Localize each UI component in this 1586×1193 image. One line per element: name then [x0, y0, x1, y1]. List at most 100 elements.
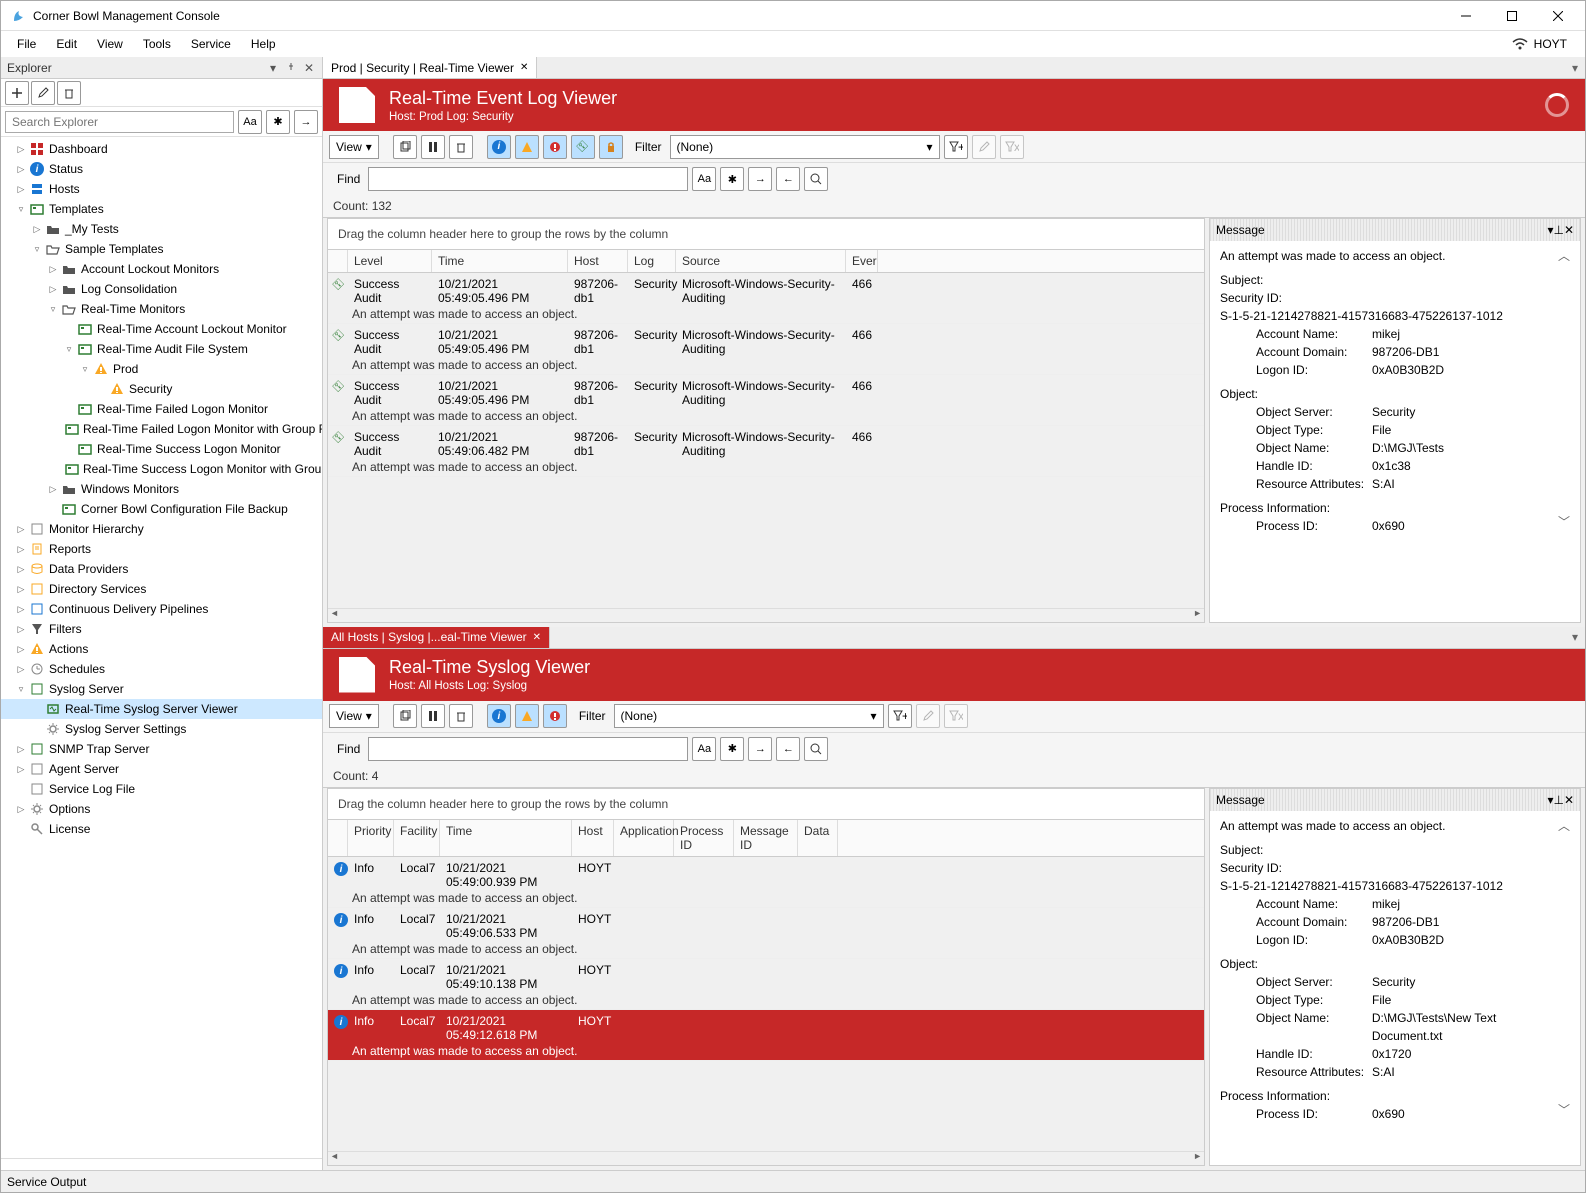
filter-add-button[interactable]: +: [888, 704, 912, 728]
explorer-pin-icon[interactable]: [284, 61, 298, 75]
edit-button[interactable]: [31, 81, 55, 105]
tabs-overflow-icon[interactable]: ▾: [1565, 57, 1585, 78]
expand-icon[interactable]: ▷: [15, 623, 27, 635]
expand-icon[interactable]: ▷: [15, 763, 27, 775]
copy-button[interactable]: [393, 704, 417, 728]
tree-item[interactable]: ▿Real-Time Monitors: [1, 299, 322, 319]
event-hscroll[interactable]: [328, 608, 1204, 622]
regex-button[interactable]: ✱: [266, 110, 290, 134]
col-host[interactable]: Host: [568, 250, 628, 272]
expand-icon[interactable]: [31, 723, 43, 735]
error-filter-button[interactable]: [543, 135, 567, 159]
expand-icon[interactable]: ▷: [15, 603, 27, 615]
info-filter-button[interactable]: i: [487, 135, 511, 159]
expand-icon[interactable]: [47, 503, 59, 515]
find-search-button[interactable]: [804, 167, 828, 191]
tree-item[interactable]: Real-Time Syslog Server Viewer: [1, 699, 322, 719]
event-viewer-tab[interactable]: Prod | Security | Real-Time Viewer ✕: [323, 57, 537, 78]
clear-button[interactable]: [449, 135, 473, 159]
col-application[interactable]: Application: [614, 820, 674, 856]
syslog-grid-header[interactable]: Priority Facility Time Host Application …: [328, 820, 1204, 857]
expand-icon[interactable]: [95, 383, 107, 395]
syslog-hscroll[interactable]: [328, 1151, 1204, 1165]
expand-icon[interactable]: ▷: [31, 223, 43, 235]
tree-item[interactable]: ▷Windows Monitors: [1, 479, 322, 499]
menu-view[interactable]: View: [87, 33, 133, 55]
view-dropdown[interactable]: View ▾: [329, 704, 379, 728]
expand-icon[interactable]: ▷: [15, 583, 27, 595]
explorer-close-icon[interactable]: ✕: [302, 61, 316, 75]
table-row[interactable]: iInfoLocal710/21/2021 05:49:00.939 PMHOY…: [328, 857, 1204, 908]
find-case-button[interactable]: Aa: [692, 167, 716, 191]
tree-item[interactable]: Security: [1, 379, 322, 399]
tree-item[interactable]: ▿Real-Time Audit File System: [1, 339, 322, 359]
tree-item[interactable]: ▷iStatus: [1, 159, 322, 179]
tree-item[interactable]: License: [1, 819, 322, 839]
expand-icon[interactable]: ▷: [15, 183, 27, 195]
close-tab-icon[interactable]: ✕: [533, 632, 541, 643]
tree-item[interactable]: ▿Templates: [1, 199, 322, 219]
filter-select[interactable]: (None)▾: [670, 135, 940, 159]
expand-icon[interactable]: ▿: [79, 363, 91, 375]
tree-item[interactable]: Real-Time Success Logon Monitor: [1, 439, 322, 459]
tree-item[interactable]: ▷Log Consolidation: [1, 279, 322, 299]
expand-icon[interactable]: [15, 823, 27, 835]
syslog-viewer-tab[interactable]: All Hosts | Syslog |...eal-Time Viewer ✕: [323, 627, 550, 648]
table-row[interactable]: iInfoLocal710/21/2021 05:49:12.618 PMHOY…: [328, 1010, 1204, 1061]
close-button[interactable]: [1535, 1, 1581, 31]
menu-file[interactable]: File: [7, 33, 46, 55]
find-regex-button[interactable]: ✱: [720, 167, 744, 191]
expand-icon[interactable]: [63, 443, 75, 455]
event-grid-header[interactable]: Level Time Host Log Source Ever: [328, 250, 1204, 273]
explorer-search-input[interactable]: [5, 111, 234, 133]
msg-close-icon[interactable]: ✕: [1564, 793, 1574, 807]
expand-icon[interactable]: ▷: [15, 663, 27, 675]
filter-clear-button[interactable]: x: [944, 704, 968, 728]
menu-tools[interactable]: Tools: [133, 33, 181, 55]
expand-icon[interactable]: ▿: [47, 303, 59, 315]
expand-icon[interactable]: ▿: [31, 243, 43, 255]
col-message-id[interactable]: Message ID: [734, 820, 798, 856]
col-priority[interactable]: Priority: [348, 820, 394, 856]
tree-item[interactable]: Service Log File: [1, 779, 322, 799]
collapse-icon[interactable]: ︿: [1558, 817, 1570, 835]
expand-icon[interactable]: ▿: [15, 683, 27, 695]
success-audit-button[interactable]: ⚿: [571, 135, 595, 159]
tree-item[interactable]: ▷Dashboard: [1, 139, 322, 159]
find-search-button[interactable]: [804, 737, 828, 761]
clear-button[interactable]: [449, 704, 473, 728]
tree-item[interactable]: ▷Actions: [1, 639, 322, 659]
tree-item[interactable]: ▷SNMP Trap Server: [1, 739, 322, 759]
match-case-button[interactable]: Aa: [238, 110, 262, 134]
tree-item[interactable]: ▷Continuous Delivery Pipelines: [1, 599, 322, 619]
expand-icon[interactable]: ▷: [47, 283, 59, 295]
pause-button[interactable]: [421, 135, 445, 159]
col-level[interactable]: Level: [348, 250, 432, 272]
expand-icon[interactable]: ▷: [15, 143, 27, 155]
tree-item[interactable]: ▷Directory Services: [1, 579, 322, 599]
table-row[interactable]: iInfoLocal710/21/2021 05:49:06.533 PMHOY…: [328, 908, 1204, 959]
tree-item[interactable]: Real-Time Success Logon Monitor with Gro…: [1, 459, 322, 479]
failure-audit-button[interactable]: [599, 135, 623, 159]
tree-item[interactable]: ▷Data Providers: [1, 559, 322, 579]
msg-pin-icon[interactable]: ⊥: [1553, 793, 1563, 807]
copy-button[interactable]: [393, 135, 417, 159]
col-process-id[interactable]: Process ID: [674, 820, 734, 856]
view-dropdown[interactable]: View ▾: [329, 135, 379, 159]
tree-item[interactable]: ▷Account Lockout Monitors: [1, 259, 322, 279]
expand-icon[interactable]: ▷: [15, 643, 27, 655]
collapse-icon[interactable]: ﹀: [1558, 1101, 1570, 1119]
tree-item[interactable]: Real-Time Failed Logon Monitor with Grou…: [1, 419, 322, 439]
info-filter-button[interactable]: i: [487, 704, 511, 728]
tree-item[interactable]: ▷_My Tests: [1, 219, 322, 239]
collapse-icon[interactable]: ﹀: [1558, 513, 1570, 531]
filter-edit-button[interactable]: [916, 704, 940, 728]
tree-item[interactable]: ▷Monitor Hierarchy: [1, 519, 322, 539]
tree-item[interactable]: ▷Reports: [1, 539, 322, 559]
expand-icon[interactable]: ▷: [15, 163, 27, 175]
col-host[interactable]: Host: [572, 820, 614, 856]
expand-icon[interactable]: ▷: [15, 743, 27, 755]
find-regex-button[interactable]: ✱: [720, 737, 744, 761]
expand-icon[interactable]: ▷: [47, 263, 59, 275]
col-time[interactable]: Time: [440, 820, 572, 856]
